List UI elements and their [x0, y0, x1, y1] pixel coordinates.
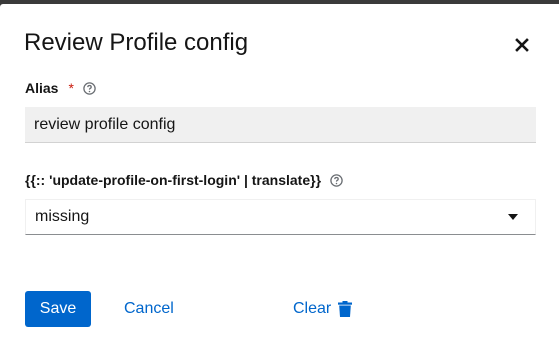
clear-label: Clear [293, 300, 332, 317]
update-profile-label-row: {{:: 'update-profile-on-first-login' | t… [25, 172, 343, 188]
update-profile-label: {{:: 'update-profile-on-first-login' | t… [25, 172, 322, 188]
help-icon[interactable] [330, 173, 343, 187]
cancel-label: Cancel [124, 300, 174, 317]
help-icon[interactable] [83, 81, 96, 95]
caret-down-icon [508, 214, 518, 220]
cancel-button[interactable]: Cancel [124, 291, 174, 327]
modal-title: Review Profile config [24, 29, 249, 56]
close-button[interactable] [515, 38, 529, 52]
select-value: missing [35, 208, 90, 225]
review-profile-config-modal: Review Profile config Alias * {{:: 'upda… [0, 4, 559, 347]
save-button[interactable]: Save [25, 291, 91, 327]
update-profile-select[interactable]: missing [25, 199, 536, 235]
clear-button[interactable]: Clear [293, 291, 353, 327]
alias-label-row: Alias * [25, 80, 96, 96]
trash-icon [338, 301, 353, 317]
alias-input[interactable] [25, 107, 536, 143]
required-marker: * [68, 80, 74, 96]
close-icon [515, 38, 529, 52]
alias-label: Alias [25, 80, 59, 96]
